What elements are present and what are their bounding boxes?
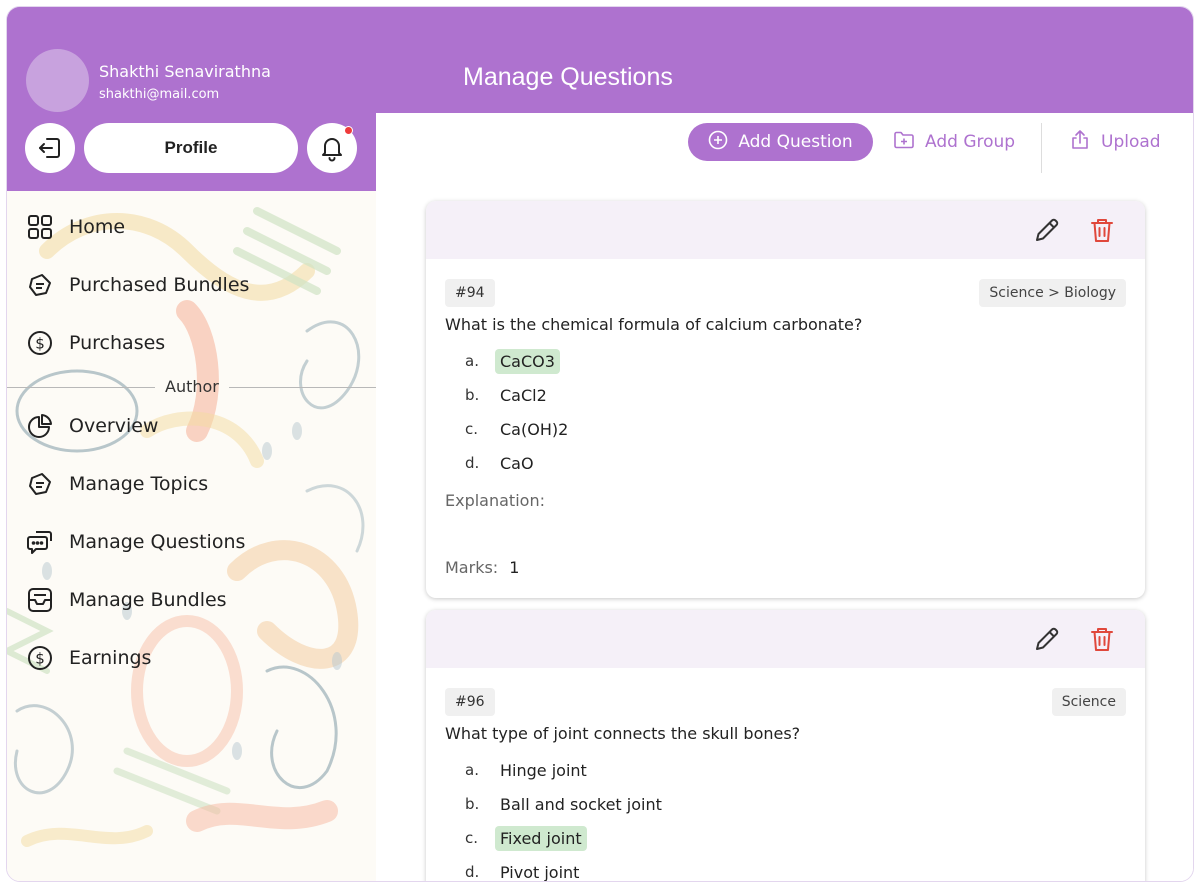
answer-option: b. Ball and socket joint <box>465 790 667 818</box>
notifications-button[interactable] <box>307 123 357 173</box>
question-card: #96 Science What type of joint connects … <box>426 610 1145 882</box>
option-letter: d. <box>465 863 480 881</box>
answer-option: a. CaCO3 <box>465 347 560 375</box>
delete-button[interactable] <box>1087 624 1117 654</box>
chat-bubbles-icon <box>25 527 55 557</box>
upload-icon <box>1069 129 1091 156</box>
marks-value: 1 <box>509 558 520 577</box>
dollar-circle-icon: $ <box>25 643 55 673</box>
bell-icon <box>322 138 342 162</box>
sidebar-item-purchased-bundles[interactable]: Purchased Bundles <box>25 265 355 305</box>
profile-button[interactable]: Profile <box>84 123 298 173</box>
plus-circle-icon <box>708 130 728 155</box>
sidebar-item-label: Earnings <box>69 647 152 669</box>
sidebar-header: Shakthi Senavirathna shakthi@mail.com Pr… <box>7 7 376 191</box>
sidebar-item-label: Manage Bundles <box>69 589 227 611</box>
sidebar-item-purchases[interactable]: $ Purchases <box>25 323 355 363</box>
app-window: Shakthi Senavirathna shakthi@mail.com Pr… <box>6 6 1194 882</box>
sidebar-item-home[interactable]: Home <box>25 207 355 247</box>
option-text: CaCl2 <box>500 385 547 405</box>
sidebar-item-label: Manage Topics <box>69 473 209 495</box>
option-text: Pivot joint <box>500 862 580 882</box>
trash-icon <box>1091 628 1113 651</box>
toolbar-divider <box>1041 123 1042 173</box>
question-text: What is the chemical formula of calcium … <box>445 315 863 334</box>
answer-option: d. CaO <box>465 449 539 477</box>
option-letter: a. <box>465 761 479 779</box>
answer-option: d. Pivot joint <box>465 858 584 882</box>
grid-icon <box>25 212 55 242</box>
marks-label: Marks: <box>445 558 499 577</box>
question-text: What type of joint connects the skull bo… <box>445 724 801 743</box>
card-header <box>426 610 1145 668</box>
logout-button[interactable] <box>25 123 75 173</box>
option-text: Hinge joint <box>500 760 587 780</box>
add-question-button[interactable]: Add Question <box>688 123 873 161</box>
explanation-label: Explanation: <box>445 491 545 510</box>
user-name: Shakthi Senavirathna <box>99 62 271 81</box>
question-id-badge: #94 <box>445 279 495 307</box>
option-letter: a. <box>465 352 479 370</box>
folder-plus-icon <box>893 130 915 155</box>
sidebar-item-label: Manage Questions <box>69 531 246 553</box>
page-title: Manage Questions <box>463 63 673 91</box>
delete-button[interactable] <box>1087 215 1117 245</box>
sidebar-item-label: Purchases <box>69 332 166 354</box>
dollar-circle-icon: $ <box>25 328 55 358</box>
sidebar-item-label: Overview <box>69 415 159 437</box>
option-letter: c. <box>465 829 479 847</box>
option-letter: b. <box>465 795 480 813</box>
category-badge: Science > Biology <box>979 279 1126 307</box>
option-letter: d. <box>465 454 480 472</box>
logout-icon <box>39 138 60 158</box>
add-group-button[interactable]: Add Group <box>893 123 1015 161</box>
sidebar-item-label: Purchased Bundles <box>69 274 250 296</box>
answer-option: b. CaCl2 <box>465 381 552 409</box>
author-section-label: Author <box>165 377 219 396</box>
user-email: shakthi@mail.com <box>99 87 220 102</box>
avatar[interactable] <box>26 49 89 112</box>
sidebar: Home Purchased Bundles $ Purchases Autho… <box>7 191 376 881</box>
upload-button[interactable]: Upload <box>1069 123 1161 161</box>
card-header <box>426 201 1145 259</box>
sidebar-item-overview[interactable]: Overview <box>25 406 355 446</box>
add-group-label: Add Group <box>925 132 1016 152</box>
pencil-icon <box>1036 627 1059 650</box>
correct-option-text: Fixed joint <box>495 825 587 851</box>
add-question-label: Add Question <box>738 132 853 152</box>
svg-text:$: $ <box>35 335 45 353</box>
sidebar-item-label: Home <box>69 216 126 238</box>
main-content: Add Question Add Group Upload #94 Scienc… <box>376 113 1193 882</box>
answer-option: c. Fixed joint <box>465 824 587 852</box>
option-text: Ca(OH)2 <box>500 419 569 439</box>
upload-label: Upload <box>1101 132 1161 152</box>
answer-option: a. Hinge joint <box>465 756 592 784</box>
sidebar-item-manage-bundles[interactable]: Manage Bundles <box>25 580 355 620</box>
author-divider: Author <box>7 377 376 396</box>
sidebar-item-manage-topics[interactable]: Manage Topics <box>25 464 355 504</box>
marks-row: Marks: 1 <box>445 558 519 577</box>
sidebar-item-manage-questions[interactable]: Manage Questions <box>25 522 355 562</box>
svg-text:$: $ <box>35 650 45 668</box>
edit-button[interactable] <box>1032 215 1062 245</box>
sidebar-item-earnings[interactable]: $ Earnings <box>25 638 355 678</box>
correct-option-text: CaCO3 <box>495 348 560 374</box>
inbox-icon <box>25 585 55 615</box>
sticky-note-icon <box>25 270 55 300</box>
category-badge: Science <box>1051 688 1126 716</box>
option-letter: c. <box>465 420 479 438</box>
question-card: #94 Science > Biology What is the chemic… <box>426 201 1145 598</box>
sticky-note-icon <box>25 469 55 499</box>
option-text: Ball and socket joint <box>500 794 662 814</box>
edit-button[interactable] <box>1032 624 1062 654</box>
question-id-badge: #96 <box>445 688 495 716</box>
option-letter: b. <box>465 386 480 404</box>
answer-option: c. Ca(OH)2 <box>465 415 573 443</box>
pie-chart-icon <box>25 411 55 441</box>
trash-icon <box>1091 219 1113 242</box>
pencil-icon <box>1036 218 1059 241</box>
option-text: CaO <box>500 453 534 473</box>
notification-badge <box>344 126 353 135</box>
